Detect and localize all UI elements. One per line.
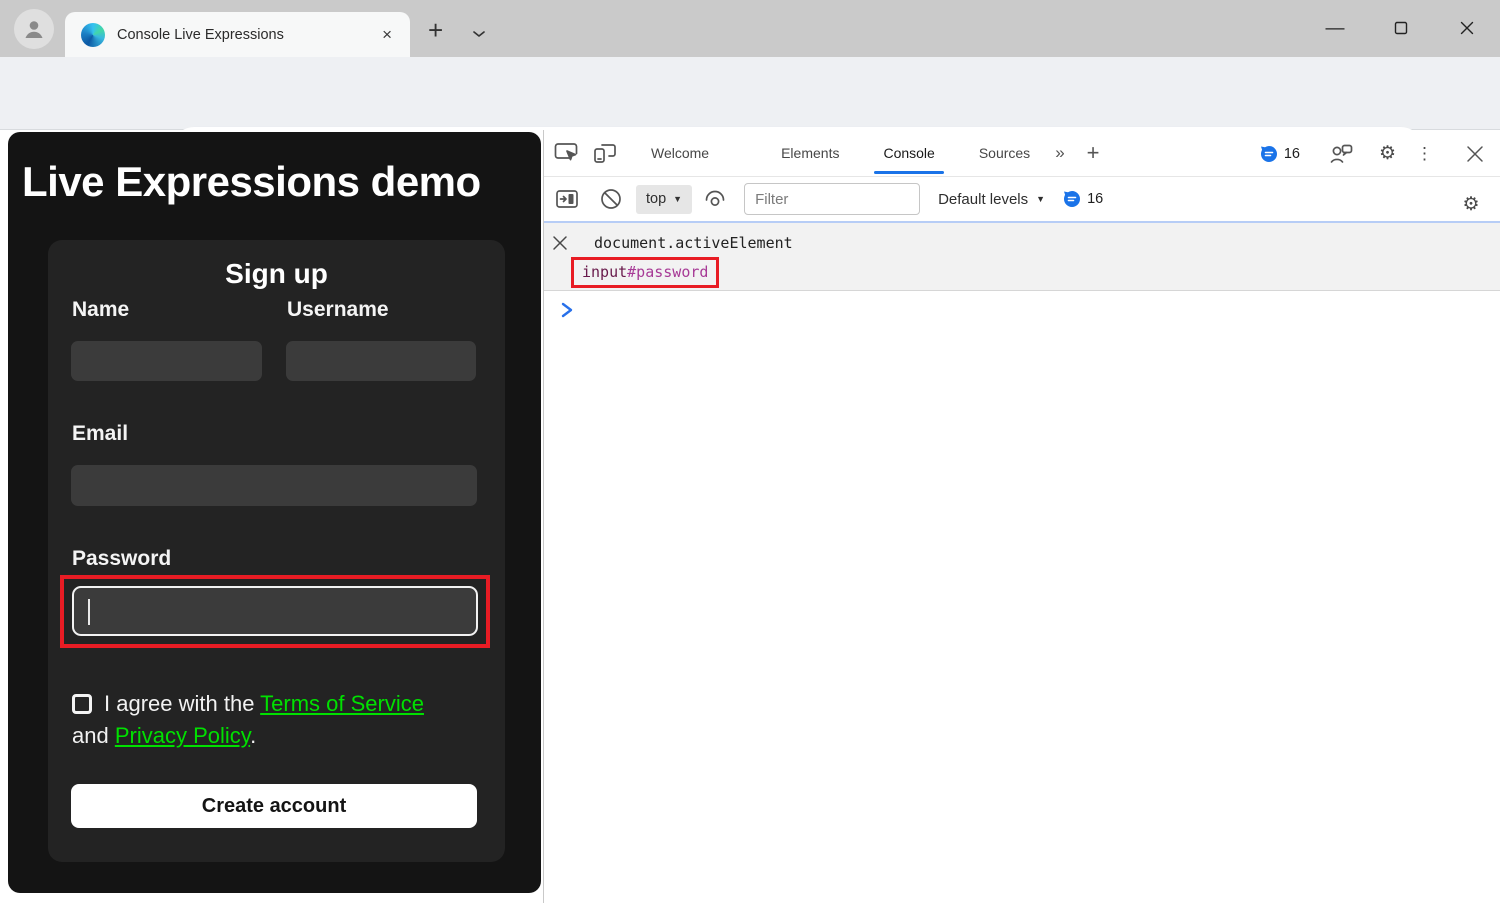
log-levels-selector[interactable]: Default levels ▼ <box>938 191 1045 208</box>
browser-tab[interactable]: Console Live Expressions × <box>65 12 410 57</box>
password-annotation-box <box>60 575 490 648</box>
result-annotation-box: input#password <box>571 257 720 288</box>
agree-text-middle: and <box>72 723 115 748</box>
name-label: Name <box>72 298 130 321</box>
page-title: Live Expressions demo <box>22 158 481 205</box>
tab-strip: Console Live Expressions × + — <box>0 0 1500 57</box>
create-account-button[interactable]: Create account <box>71 784 477 828</box>
devtools-tab-elements[interactable]: Elements <box>766 130 854 176</box>
page-viewport: Live Expressions demo Sign up Name Usern… <box>0 130 543 903</box>
demo-page-container: Live Expressions demo Sign up Name Usern… <box>8 132 541 893</box>
tab-close-icon[interactable]: × <box>376 23 398 47</box>
console-messages-badge[interactable]: 16 <box>1063 190 1103 208</box>
console-output-area[interactable] <box>544 331 1500 903</box>
password-label: Password <box>72 547 172 570</box>
window-controls: — <box>1302 0 1500 57</box>
result-element-tag[interactable]: input <box>582 263 627 281</box>
tab-title: Console Live Expressions <box>117 26 284 43</box>
email-label: Email <box>72 422 129 445</box>
context-selector[interactable]: top ▼ <box>636 184 693 214</box>
form-title: Sign up <box>225 258 328 289</box>
context-selector-value: top <box>646 191 667 207</box>
privacy-link[interactable]: Privacy Policy <box>115 723 250 748</box>
device-emulation-icon[interactable] <box>588 136 622 170</box>
edge-logo-icon <box>81 22 105 47</box>
devtools-tab-bar: Welcome Elements Console Sources » + 16 … <box>544 130 1500 177</box>
console-settings-icon[interactable]: ⚙ <box>1456 189 1486 219</box>
log-levels-label: Default levels <box>938 190 1029 208</box>
message-bubble-icon <box>1064 191 1081 207</box>
live-expression-row: document.activeElement input#password <box>544 221 1500 291</box>
close-devtools-icon[interactable] <box>1458 137 1492 171</box>
remove-live-expression-icon[interactable] <box>551 234 569 256</box>
signup-form: Sign up Name Username Email Password I a… <box>48 240 505 862</box>
minimize-button[interactable]: — <box>1302 18 1368 40</box>
inspect-element-icon[interactable] <box>549 136 583 170</box>
maximize-button[interactable] <box>1368 18 1434 40</box>
devtools-tab-welcome[interactable]: Welcome <box>636 130 724 176</box>
result-element-id[interactable]: #password <box>627 263 708 281</box>
browser-toolbar: https://microsoftedge.github.io/Demos/de… <box>0 57 1500 176</box>
create-live-expression-icon[interactable] <box>700 184 730 214</box>
console-filter-input[interactable] <box>744 183 921 215</box>
console-toolbar: top ▼ Default levels ▼ 16 ⚙ <box>544 177 1500 221</box>
context-dropdown-icon: ▼ <box>673 194 683 204</box>
feedback-icon[interactable] <box>1325 137 1359 171</box>
console-sidebar-toggle-icon[interactable] <box>552 184 582 214</box>
username-label: Username <box>287 298 389 321</box>
add-devtools-tab-icon[interactable]: + <box>1087 140 1100 166</box>
browser-window: Console Live Expressions × + — https://m… <box>0 0 1500 903</box>
prompt-chevron-icon <box>560 301 574 324</box>
clear-console-icon[interactable] <box>596 184 626 214</box>
devtools-actions: 16 ⚙ ⋮ <box>1260 130 1492 177</box>
agree-text-prefix: I agree with the <box>104 691 261 716</box>
more-tabs-icon[interactable]: » <box>1055 143 1064 163</box>
devtools-menu-icon[interactable]: ⋮ <box>1416 144 1433 164</box>
levels-dropdown-icon: ▼ <box>1036 194 1046 204</box>
profile-avatar[interactable] <box>14 9 54 49</box>
username-input[interactable] <box>286 341 476 381</box>
devtools-tab-sources[interactable]: Sources <box>964 130 1045 176</box>
console-prompt[interactable] <box>544 291 1500 331</box>
agree-checkbox[interactable] <box>72 694 92 714</box>
message-bubble-icon <box>1260 145 1277 162</box>
console-messages-count: 16 <box>1087 191 1104 207</box>
content-area: Live Expressions demo Sign up Name Usern… <box>0 130 1500 903</box>
close-window-button[interactable] <box>1434 18 1500 40</box>
tab-list-chevron-icon[interactable] <box>472 26 486 44</box>
devtools-panel: Welcome Elements Console Sources » + 16 … <box>543 130 1500 903</box>
new-tab-button[interactable]: + <box>428 17 443 43</box>
agree-text-suffix: . <box>250 723 257 748</box>
email-input[interactable] <box>71 465 477 506</box>
name-input[interactable] <box>71 341 262 381</box>
devtools-tab-console[interactable]: Console <box>868 130 949 176</box>
terms-link[interactable]: Terms of Service <box>260 691 424 716</box>
devtools-settings-icon[interactable]: ⚙ <box>1379 142 1396 165</box>
live-expression-code[interactable]: document.activeElement <box>594 234 793 252</box>
issues-badge[interactable]: 16 <box>1260 145 1300 163</box>
agree-row: I agree with the Terms of Service and Pr… <box>72 688 482 752</box>
issues-count: 16 <box>1283 145 1300 162</box>
